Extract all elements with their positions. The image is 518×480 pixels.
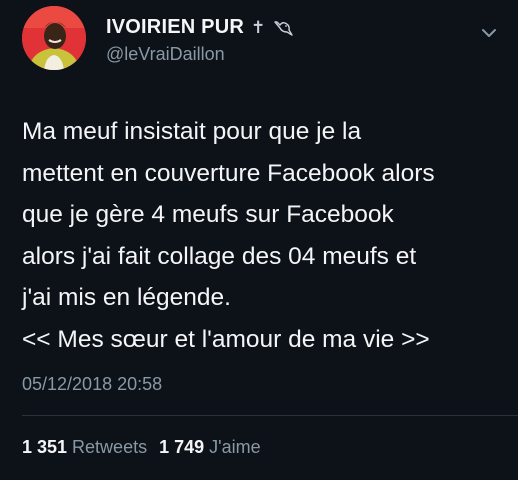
likes-count: 1 749 (159, 437, 205, 457)
retweets-label: Retweets (72, 437, 148, 457)
likes-stat[interactable]: 1 749 J'aime (159, 437, 261, 458)
retweets-stat[interactable]: 1 351 Retweets (22, 437, 147, 458)
bird-icon (272, 19, 294, 37)
tweet-text-line: alors j'ai fait collage des 04 meufs et (22, 242, 417, 270)
tweet-text: Ma meuf insistait pour que je la mettent… (22, 111, 508, 360)
tweet-timestamp[interactable]: 05/12/2018 20:58 (22, 374, 162, 395)
tweet-text-line: mettent en couverture Facebook alors (22, 159, 435, 187)
avatar[interactable] (22, 6, 86, 70)
chevron-down-icon[interactable] (480, 24, 498, 42)
retweets-count: 1 351 (22, 437, 68, 457)
tweet-stats: 1 351 Retweets 1 749 J'aime (22, 437, 261, 458)
name-row: IVOIRIEN PUR ✝ (106, 16, 294, 39)
tweet-text-line: que je gère 4 meufs sur Facebook (22, 201, 394, 228)
avatar-image (22, 6, 86, 70)
tweet-card: IVOIRIEN PUR ✝ @leVraiDaillon Ma meuf in… (0, 0, 518, 480)
tweet-text-line: << Mes sœur et l'amour de ma vie >> (22, 325, 430, 353)
divider (22, 415, 518, 416)
tweet-text-line: j'ai mis en légende. (22, 284, 231, 311)
name-cross-symbol: ✝ (250, 17, 266, 37)
tweet-text-line: Ma meuf insistait pour que je la (22, 118, 362, 145)
user-handle[interactable]: @leVraiDaillon (106, 44, 225, 65)
likes-label: J'aime (209, 437, 261, 457)
display-name[interactable]: IVOIRIEN PUR (106, 16, 244, 39)
